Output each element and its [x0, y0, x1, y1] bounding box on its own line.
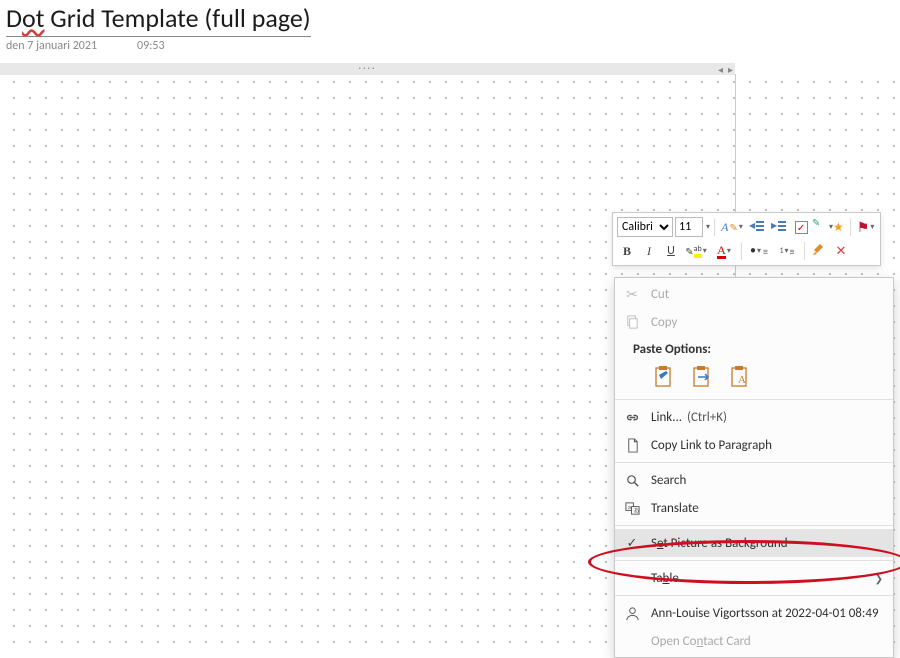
svg-text:a: a — [627, 502, 630, 510]
svg-text:あ: あ — [633, 507, 639, 514]
font-size-dropdown-icon[interactable]: ▾ — [706, 222, 710, 232]
styles-button[interactable]: A ✎ ▾ — [719, 217, 745, 237]
increase-indent-button[interactable] — [769, 217, 789, 237]
page-date: den 7 januari 2021 — [6, 39, 97, 53]
link-icon — [623, 410, 641, 425]
underline-button[interactable]: U — [661, 241, 681, 261]
menu-item-author-info[interactable]: Ann-Louise Vigortsson at 2022-04-01 08:4… — [615, 599, 893, 627]
menu-item-copy-link-paragraph[interactable]: Copy Link to Paragraph — [615, 431, 893, 459]
scissors-icon: ✂ — [623, 286, 641, 303]
paste-options-row: A — [615, 362, 893, 396]
bullets-button[interactable]: ▾ — [746, 241, 772, 261]
page-header: Dot Grid Template (full page) den 7 janu… — [0, 0, 900, 53]
menu-item-translate[interactable]: aあ Translate — [615, 494, 893, 522]
menu-separator — [615, 462, 893, 463]
decrease-indent-button[interactable] — [747, 217, 767, 237]
flag-button[interactable]: ⚑▾ — [855, 217, 877, 237]
translate-icon: aあ — [623, 501, 641, 516]
paste-options-label: Paste Options: — [615, 336, 893, 362]
paste-text-only-button[interactable]: A — [727, 363, 755, 391]
delete-button[interactable]: ✕ — [831, 241, 851, 261]
font-family-select[interactable]: Calibri — [617, 217, 673, 237]
highlight-button[interactable]: ✎ab ▾ — [683, 241, 709, 261]
font-size-input[interactable] — [675, 217, 703, 237]
copy-icon — [623, 315, 641, 330]
separator — [714, 218, 715, 236]
svg-text:A: A — [738, 374, 746, 386]
paste-merge-formatting-button[interactable] — [689, 363, 717, 391]
format-painter-button[interactable] — [809, 241, 829, 261]
menu-separator — [615, 399, 893, 400]
context-menu: ✂ Cut Copy Paste Options: A Link... (Ctr… — [614, 277, 894, 658]
page-time: 09:53 — [137, 39, 165, 53]
menu-separator — [615, 525, 893, 526]
font-color-button[interactable]: A▾ — [711, 241, 737, 261]
menu-item-table[interactable]: Table ❯ — [615, 564, 893, 592]
menu-item-search[interactable]: Search — [615, 466, 893, 494]
menu-item-set-picture-background[interactable]: Set Picture as Background — [615, 529, 893, 557]
menu-item-cut[interactable]: ✂ Cut — [615, 280, 893, 308]
paste-keep-formatting-button[interactable] — [651, 363, 679, 391]
separator — [804, 242, 805, 260]
document-icon — [623, 438, 641, 453]
menu-item-link[interactable]: Link... (Ctrl+K) — [615, 403, 893, 431]
todo-tag-button[interactable]: ✓ — [791, 217, 811, 237]
page-meta: den 7 januari 2021 09:53 — [6, 39, 900, 53]
check-icon — [623, 536, 641, 551]
separator — [741, 242, 742, 260]
chevron-right-icon: ❯ — [875, 572, 883, 585]
menu-separator — [615, 560, 893, 561]
italic-button[interactable]: I — [639, 241, 659, 261]
page-title[interactable]: Dot Grid Template (full page) — [6, 0, 311, 37]
person-icon — [623, 606, 641, 621]
menu-separator — [615, 595, 893, 596]
menu-item-copy[interactable]: Copy — [615, 308, 893, 336]
title-text: Dot Grid Template (full page) — [6, 2, 311, 34]
bold-button[interactable]: B — [617, 241, 637, 261]
tags-button[interactable]: ▾ — [813, 217, 846, 237]
separator — [850, 218, 851, 236]
search-icon — [623, 473, 641, 488]
numbering-button[interactable]: ▾ — [774, 241, 800, 261]
mini-toolbar: Calibri ▾ A ✎ ▾ ✓ ▾ ⚑▾ B I U ✎ab ▾ A▾ ▾ … — [612, 212, 881, 266]
